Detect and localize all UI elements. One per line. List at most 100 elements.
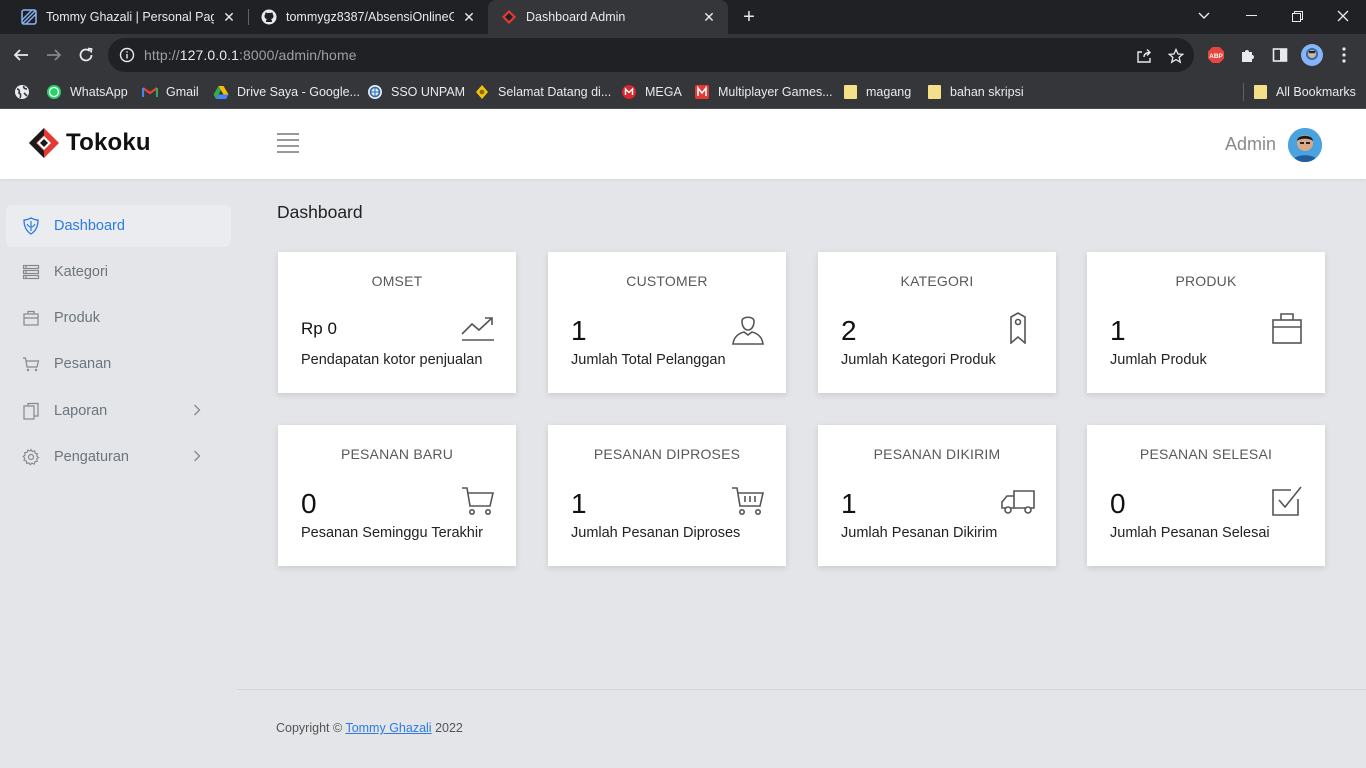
reload-icon[interactable]	[73, 42, 99, 68]
card-desc: Pesanan Seminggu Terakhir	[301, 525, 483, 541]
card-value: 0	[1110, 488, 1126, 519]
sidebar-item-produk[interactable]: Produk	[6, 297, 231, 339]
adblock-plus-icon[interactable]: ABP	[1206, 45, 1226, 65]
bookmark-folder-magang[interactable]: magang	[842, 82, 911, 102]
sidebar-item-dashboard[interactable]: Dashboard	[6, 205, 231, 247]
bookmark-selamat-datang[interactable]: Selamat Datang di...	[474, 82, 611, 102]
address-url[interactable]: http://127.0.0.1:8000/admin/home	[144, 47, 357, 63]
tab-title: tommygz8387/AbsensiOnlineGe	[286, 10, 454, 24]
bookmark-site-icon[interactable]	[14, 82, 30, 102]
truck-icon	[1000, 483, 1036, 519]
minimize-icon[interactable]	[1228, 0, 1274, 32]
sidebar-item-label: Kategori	[54, 264, 109, 280]
sidebar-item-label: Pengaturan	[54, 449, 129, 465]
footer: Copyright © Tommy Ghazali 2022	[276, 721, 463, 735]
share-icon[interactable]	[1134, 46, 1154, 66]
card-value: Rp 0	[301, 319, 337, 338]
browser-menu-kebab-icon[interactable]	[1334, 45, 1354, 65]
card-title: PRODUK	[1175, 273, 1237, 289]
card-title: PESANAN DIPROSES	[593, 446, 741, 462]
bookmark-mega[interactable]: MEGA	[621, 82, 682, 102]
page-title: Dashboard	[277, 202, 363, 222]
author-link[interactable]: Tommy Ghazali	[345, 721, 431, 735]
side-panel-icon[interactable]	[1270, 45, 1290, 65]
bookmarks-separator	[1243, 83, 1244, 101]
brand-name: Tokoku	[66, 129, 151, 156]
card-value: 2	[841, 315, 857, 346]
stat-card-pesanan-diproses: PESANAN DIPROSES 1 Jumlah Pesanan Dipros…	[548, 425, 786, 566]
bookmark-icon	[1000, 310, 1036, 346]
stat-card-omset: OMSET Rp 0 Pendapatan kotor penjualan	[278, 252, 516, 393]
brand-logo[interactable]: Tokoku	[28, 127, 151, 159]
avatar[interactable]	[1288, 128, 1322, 162]
stat-card-customer: CUSTOMER 1 Jumlah Total Pelanggan	[548, 252, 786, 393]
profile-avatar-icon[interactable]	[1300, 43, 1324, 67]
bookmark-label: WhatsApp	[70, 85, 128, 99]
tab-github-repo[interactable]: tommygz8387/AbsensiOnlineGe ✕	[248, 0, 488, 34]
github-icon	[260, 8, 278, 26]
tab-dashboard-admin[interactable]: Dashboard Admin ✕	[488, 0, 728, 34]
bookmark-multiplayer-games[interactable]: Multiplayer Games...	[694, 82, 833, 102]
new-tab-plus-icon[interactable]: +	[737, 5, 761, 29]
stat-card-produk: PRODUK 1 Jumlah Produk	[1087, 252, 1325, 393]
mega-icon	[621, 84, 637, 100]
bookmark-gmail[interactable]: Gmail	[142, 82, 199, 102]
address-bar[interactable]: http://127.0.0.1:8000/admin/home	[108, 38, 1194, 72]
tab-personal-pages[interactable]: Tommy Ghazali | Personal Pages ✕	[8, 0, 248, 34]
bookmark-star-icon[interactable]	[1166, 46, 1186, 66]
site-info-icon[interactable]	[110, 38, 144, 72]
sidebar-item-pesanan[interactable]: Pesanan	[6, 343, 231, 385]
user-name[interactable]: Admin	[1225, 134, 1276, 155]
sidebar-item-label: Produk	[54, 310, 100, 326]
user-icon	[730, 310, 766, 346]
abp-label: ABP	[1209, 53, 1223, 60]
card-desc: Pendapatan kotor penjualan	[301, 352, 483, 368]
card-value: 1	[841, 488, 857, 519]
all-bookmarks[interactable]: All Bookmarks	[1252, 82, 1356, 102]
bookmarks-bar: WhatsApp Gmail Drive Saya - Google... SS…	[0, 76, 1366, 109]
card-desc: Jumlah Pesanan Diproses	[571, 525, 741, 541]
restore-icon[interactable]	[1274, 0, 1320, 32]
stat-card-kategori: KATEGORI 2 Jumlah Kategori Produk	[818, 252, 1056, 393]
sso-unpam-icon	[367, 84, 383, 100]
bookmark-label: bahan skripsi	[950, 85, 1024, 99]
close-icon[interactable]: ✕	[220, 8, 238, 26]
app-header: Tokoku Admin	[0, 109, 1366, 179]
tab-search-chevron-icon[interactable]	[1181, 0, 1227, 32]
bookmark-whatsapp[interactable]: WhatsApp	[46, 82, 128, 102]
card-value: 1	[1110, 315, 1126, 346]
whatsapp-icon	[46, 84, 62, 100]
card-desc: Jumlah Produk	[1110, 352, 1207, 368]
extensions-puzzle-icon[interactable]	[1238, 45, 1258, 65]
chevron-right-icon	[193, 404, 201, 420]
selamat-datang-icon	[474, 84, 490, 100]
multiplayer-games-icon	[694, 84, 710, 100]
bookmark-folder-bahan-skripsi[interactable]: bahan skripsi	[926, 82, 1024, 102]
folder-icon	[1252, 84, 1268, 100]
forward-arrow-icon[interactable]	[41, 42, 67, 68]
card-desc: Jumlah Total Pelanggan	[571, 352, 726, 368]
tab-title: Dashboard Admin	[526, 10, 626, 24]
sidebar-item-kategori[interactable]: Kategori	[6, 251, 231, 293]
bookmark-drive[interactable]: Drive Saya - Google...	[213, 82, 360, 102]
copyright-prefix: Copyright ©	[276, 721, 343, 735]
folder-icon	[926, 84, 942, 100]
close-window-icon[interactable]	[1320, 0, 1366, 32]
sidebar: Dashboard Kategori Produk Pesanan Lapora…	[0, 179, 237, 768]
menu-toggle-icon[interactable]	[277, 133, 299, 153]
package-icon	[22, 309, 40, 327]
bookmark-sso-unpam[interactable]: SSO UNPAM	[367, 82, 465, 102]
gear-icon	[22, 448, 40, 466]
sidebar-item-pengaturan[interactable]: Pengaturan	[6, 436, 231, 478]
card-desc: Jumlah Kategori Produk	[841, 352, 996, 368]
check-square-icon	[1269, 483, 1305, 519]
card-title: OMSET	[371, 273, 423, 289]
cart-process-icon	[730, 483, 766, 519]
tab-title: Tommy Ghazali | Personal Pages	[46, 10, 214, 24]
close-icon[interactable]: ✕	[460, 8, 478, 26]
card-title: KATEGORI	[900, 273, 974, 289]
sidebar-item-laporan[interactable]: Laporan	[6, 390, 231, 432]
back-arrow-icon[interactable]	[8, 42, 34, 68]
close-icon[interactable]: ✕	[700, 8, 718, 26]
gmail-icon	[142, 84, 158, 100]
